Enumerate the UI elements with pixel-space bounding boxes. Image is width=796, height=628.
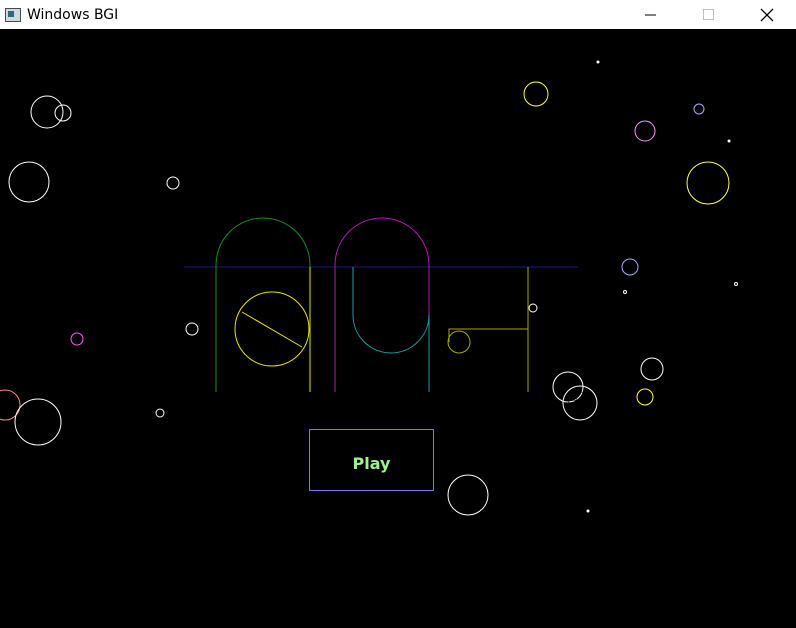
logo-second-arch <box>334 217 430 392</box>
logo-ball-slash <box>241 311 303 348</box>
bubble <box>727 139 731 143</box>
maximize-icon <box>703 8 714 20</box>
bubble <box>621 258 639 276</box>
bubble <box>636 388 654 406</box>
bubble <box>30 95 64 129</box>
minimize-icon <box>645 14 656 15</box>
close-icon <box>760 8 774 21</box>
maximize-button[interactable] <box>680 0 738 29</box>
logo-first-arch <box>215 217 311 392</box>
bubble <box>166 176 180 190</box>
bubble <box>523 81 549 107</box>
game-logo <box>184 217 578 392</box>
window-title: Windows BGI <box>27 6 119 23</box>
logo-small-ring <box>447 330 471 354</box>
window-controls <box>622 0 796 29</box>
bubble <box>14 398 62 446</box>
bubble <box>686 161 730 205</box>
bubble <box>185 322 199 336</box>
play-button-label: Play <box>352 453 391 473</box>
bubble <box>8 161 50 203</box>
bubble <box>693 103 705 115</box>
close-button[interactable] <box>738 0 796 29</box>
bubble <box>586 509 590 513</box>
bubble <box>596 60 600 64</box>
logo-inner-loop <box>352 267 430 392</box>
app-window-icon <box>5 7 21 22</box>
game-canvas[interactable]: Play <box>0 29 796 628</box>
bubble <box>70 332 84 346</box>
play-button[interactable]: Play <box>309 429 434 491</box>
title-bar: Windows BGI <box>0 0 796 30</box>
minimize-button[interactable] <box>622 0 680 29</box>
bubble <box>734 282 738 286</box>
bubble <box>623 290 627 294</box>
bubble <box>634 120 656 142</box>
logo-hook <box>448 267 529 392</box>
bubble <box>562 385 598 421</box>
bubble <box>528 303 538 313</box>
bubble <box>640 357 664 381</box>
scene-svg <box>0 60 738 516</box>
bubble <box>447 474 489 516</box>
bubble <box>155 408 165 418</box>
